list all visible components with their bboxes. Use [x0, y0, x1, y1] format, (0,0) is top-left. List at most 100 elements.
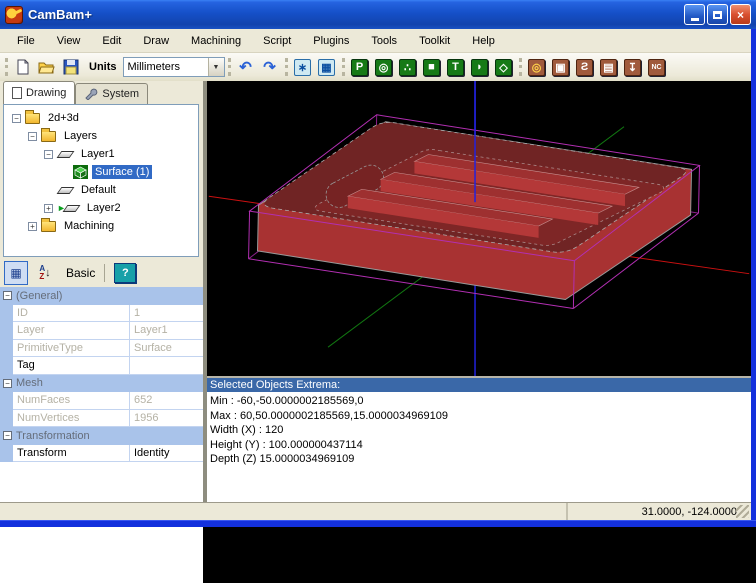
collapse-icon[interactable]: − — [3, 379, 12, 388]
tree-label[interactable]: Layers — [61, 129, 100, 143]
menu-draw[interactable]: Draw — [132, 32, 180, 50]
toolbar-grip — [519, 58, 522, 76]
property-row-numvertices[interactable]: NumVertices 1956 — [0, 410, 203, 428]
drawing-page-icon — [12, 87, 22, 99]
title-bar[interactable]: CamBam+ × — [0, 0, 756, 29]
menu-tools[interactable]: Tools — [360, 32, 408, 50]
cursor-coordinates: 31.0000, -124.0000 — [642, 506, 737, 518]
window-title: CamBam+ — [28, 7, 92, 22]
menu-view[interactable]: View — [46, 32, 92, 50]
help-button[interactable]: ? — [114, 263, 136, 283]
draw-points-button[interactable]: ∴ — [397, 56, 419, 78]
tree-label[interactable]: Layer1 — [78, 147, 118, 161]
property-row-id[interactable]: ID 1 — [0, 305, 203, 323]
menu-edit[interactable]: Edit — [91, 32, 132, 50]
drill-icon: ◎ — [528, 59, 545, 76]
toolbar-grip — [285, 58, 288, 76]
redo-button[interactable]: ↷ — [259, 56, 281, 78]
tab-drawing[interactable]: Drawing — [3, 81, 75, 104]
tree-item-layer2[interactable]: + ► Layer2 — [4, 199, 198, 217]
category-transformation[interactable]: − Transformation — [0, 427, 203, 445]
collapse-icon[interactable]: − — [3, 291, 12, 300]
mop-drill-button[interactable]: ◎ — [526, 56, 548, 78]
draw-text-button[interactable]: T — [445, 56, 467, 78]
alphabetical-sort-button[interactable]: AZ ↓ — [33, 261, 57, 285]
property-label: Layer — [13, 322, 130, 340]
status-message-panel — [0, 503, 568, 520]
mop-3d-profile-button[interactable]: ▤ — [598, 56, 620, 78]
collapse-icon[interactable]: − — [12, 114, 21, 123]
expand-icon[interactable]: + — [28, 222, 37, 231]
menu-toolkit[interactable]: Toolkit — [408, 32, 461, 50]
mop-pocket-button[interactable]: ▣ — [550, 56, 572, 78]
draw-rectangle-button[interactable]: ■ — [421, 56, 443, 78]
property-value[interactable]: Identity — [130, 445, 203, 463]
tab-system-label: System — [102, 88, 139, 100]
tree-item-machining[interactable]: + Machining — [4, 217, 198, 235]
toolbar-grip — [228, 58, 231, 76]
close-button[interactable]: × — [730, 4, 751, 25]
property-label: NumVertices — [13, 410, 130, 428]
view-mode-label[interactable]: Basic — [66, 266, 95, 280]
surface-cube-icon — [73, 165, 88, 179]
category-mesh[interactable]: − Mesh — [0, 375, 203, 393]
undo-button[interactable]: ↶ — [235, 56, 257, 78]
tree-label[interactable]: Machining — [61, 219, 117, 233]
minimize-button[interactable] — [684, 4, 705, 25]
menu-file[interactable]: File — [6, 32, 46, 50]
tree-label[interactable]: Default — [78, 183, 119, 197]
property-row-numfaces[interactable]: NumFaces 652 — [0, 392, 203, 410]
menu-machining[interactable]: Machining — [180, 32, 252, 50]
category-general[interactable]: − (General) — [0, 287, 203, 305]
menu-help[interactable]: Help — [461, 32, 506, 50]
open-file-button[interactable] — [36, 56, 58, 78]
window-border-bottom — [0, 520, 756, 527]
tab-system[interactable]: System — [75, 83, 148, 104]
property-row-layer[interactable]: Layer Layer1 — [0, 322, 203, 340]
collapse-icon[interactable]: − — [3, 431, 12, 440]
menu-plugins[interactable]: Plugins — [302, 32, 360, 50]
tree-item-default[interactable]: Default — [4, 181, 198, 199]
property-value[interactable] — [130, 357, 203, 375]
profile-icon: Ƨ — [576, 59, 593, 76]
collapse-icon[interactable]: − — [28, 132, 37, 141]
units-combobox[interactable]: Millimeters ▼ — [123, 57, 225, 77]
wrench-icon — [84, 88, 98, 100]
property-row-transform[interactable]: Transform Identity — [0, 445, 203, 463]
property-row-tag[interactable]: Tag — [0, 357, 203, 375]
menu-script[interactable]: Script — [252, 32, 302, 50]
draw-surface-button[interactable]: ◇ — [493, 56, 515, 78]
collapse-icon[interactable]: − — [44, 150, 53, 159]
viewport-3d[interactable] — [207, 81, 751, 376]
mop-engrave-button[interactable]: ↧ — [622, 56, 644, 78]
draw-arc-button[interactable]: ◗ — [469, 56, 491, 78]
resize-grip[interactable] — [736, 505, 749, 518]
tree-item-surface[interactable]: Surface (1) — [4, 163, 198, 181]
chevron-down-icon[interactable]: ▼ — [208, 58, 224, 76]
tree-label[interactable]: Layer2 — [84, 201, 124, 215]
tree-item-layers[interactable]: − Layers — [4, 127, 198, 145]
property-label: ID — [13, 305, 130, 323]
toolbar-grip — [342, 58, 345, 76]
categorized-view-button[interactable]: ▦ — [4, 261, 28, 285]
tree-label-selected[interactable]: Surface (1) — [92, 165, 152, 179]
snap-points-button[interactable]: ∗ — [292, 56, 314, 78]
expand-icon[interactable]: + — [44, 204, 53, 213]
draw-polyline-button[interactable]: P — [349, 56, 371, 78]
panel-tabs: Drawing System — [0, 81, 203, 104]
property-row-primitivetype[interactable]: PrimitiveType Surface — [0, 340, 203, 358]
mop-ncfile-button[interactable]: NC — [646, 56, 668, 78]
property-value: 652 — [130, 392, 203, 410]
maximize-button[interactable] — [707, 4, 728, 25]
profile-3d-icon: ▤ — [600, 59, 617, 76]
tree-label[interactable]: 2d+3d — [45, 111, 82, 125]
save-button[interactable] — [60, 56, 82, 78]
draw-circle-button[interactable]: ◎ — [373, 56, 395, 78]
new-file-button[interactable] — [12, 56, 34, 78]
property-value: Surface — [130, 340, 203, 358]
tree-item-layer1[interactable]: − Layer1 — [4, 145, 198, 163]
snap-grid-button[interactable]: ▦ — [316, 56, 338, 78]
nc-file-icon: NC — [648, 59, 665, 76]
mop-profile-button[interactable]: Ƨ — [574, 56, 596, 78]
tree-item-2d3d[interactable]: − 2d+3d — [4, 109, 198, 127]
